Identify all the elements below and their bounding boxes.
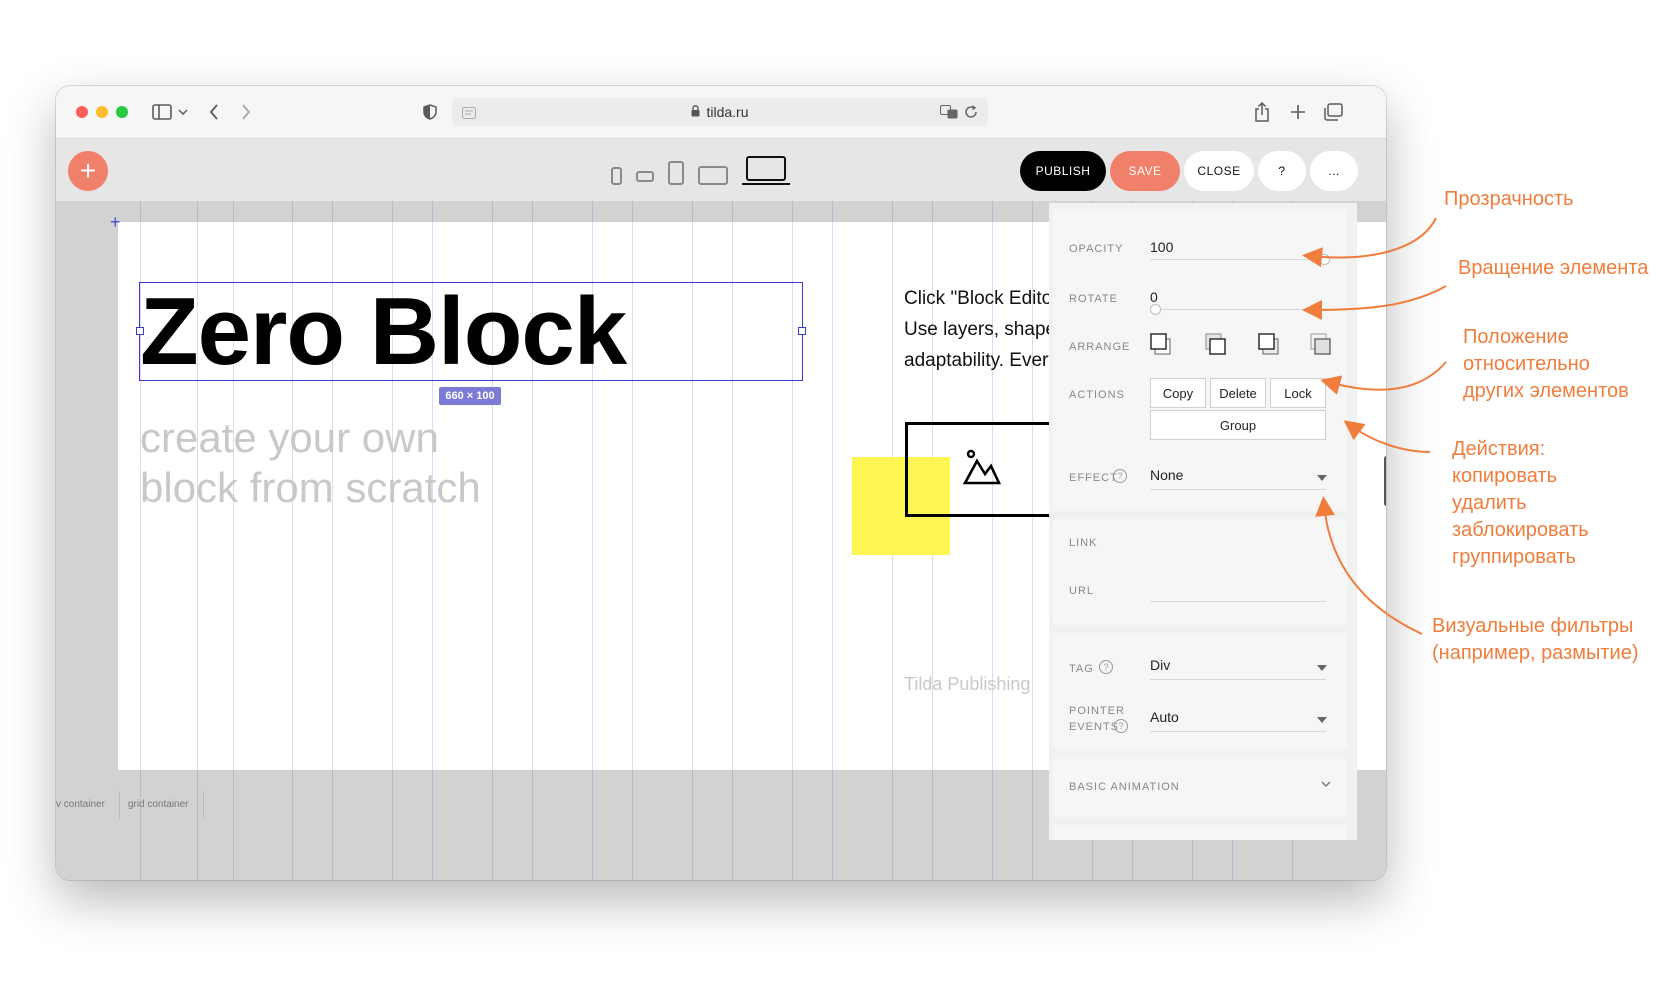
arrow-opacity [1302,217,1437,268]
annotation-line: других элементов [1463,380,1629,402]
annotation-line: Положение [1463,326,1569,348]
annotation-arrows [1302,217,1447,635]
annotation-line: Прозрачность [1444,188,1574,210]
annotation-line: Визуальные фильтры [1432,615,1634,637]
arrow-effect [1315,496,1423,635]
annotation-line: копировать [1452,465,1558,487]
arrow-rotate [1302,285,1447,320]
annotation-line: Вращение элемента [1458,257,1649,279]
arrow-actions [1343,420,1431,453]
annotation-arrange: Положение относительно других элементов [1463,324,1629,405]
annotation-line: группировать [1452,546,1576,568]
annotation-rotate: Вращение элемента [1458,255,1648,282]
annotation-line: удалить [1452,492,1527,514]
annotation-actions: Действия: копировать удалить заблокирова… [1452,436,1589,571]
annotation-line: заблокировать [1452,519,1589,541]
arrow-arrange [1320,361,1447,395]
annotation-opacity: Прозрачность [1444,186,1574,213]
annotation-line: Действия: [1452,438,1546,460]
annotation-line: относительно [1463,353,1590,375]
annotation-effect: Визуальные фильтры (например, размытие) [1432,613,1639,667]
annotation-line: (например, размытие) [1432,642,1639,664]
